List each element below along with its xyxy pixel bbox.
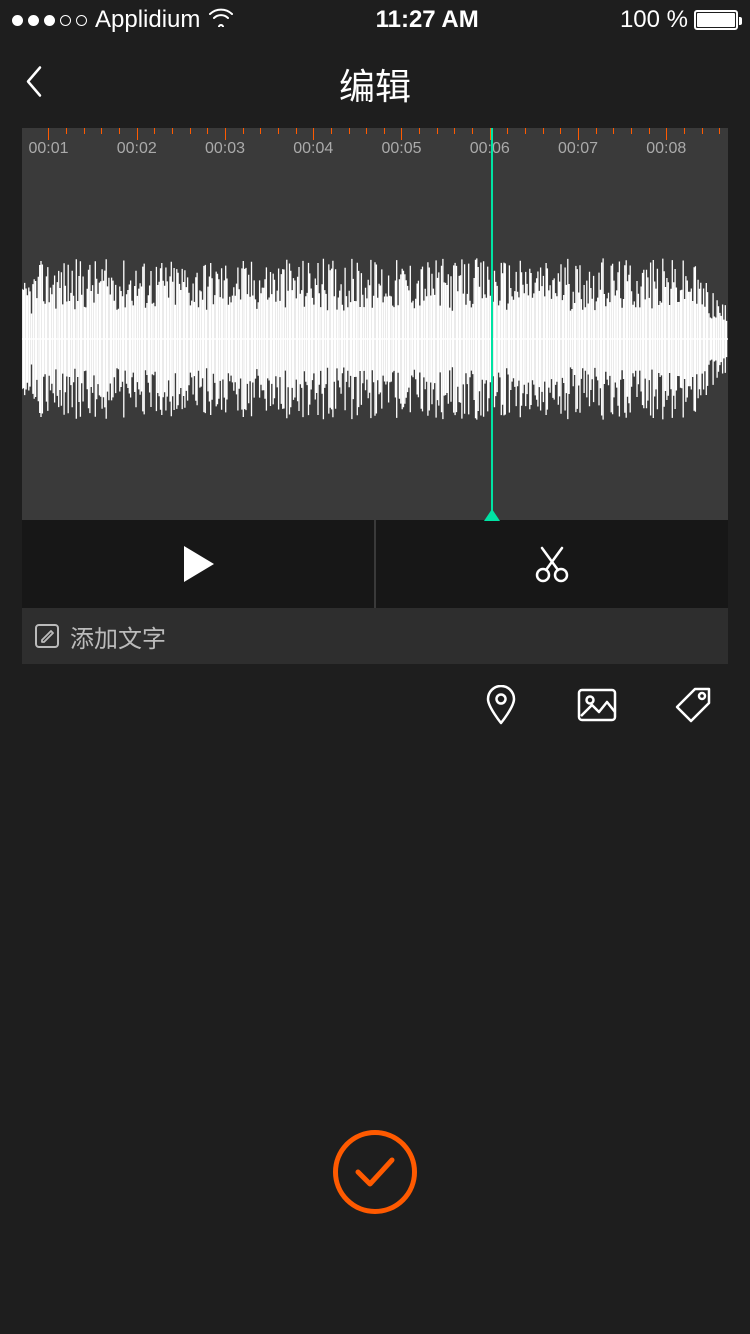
status-right: 100 % (620, 6, 738, 34)
check-icon (352, 1154, 398, 1190)
back-button[interactable] (24, 64, 44, 105)
image-icon (577, 688, 617, 722)
ruler-label: 00:02 (117, 140, 157, 158)
confirm-button[interactable] (333, 1130, 417, 1214)
add-text-input[interactable]: 添加文字 (22, 608, 728, 664)
battery-icon (694, 10, 738, 30)
page-title: 编辑 (339, 58, 411, 110)
ruler-label: 00:08 (646, 140, 686, 158)
ruler-label: 00:06 (470, 140, 510, 158)
pencil-icon (34, 623, 60, 649)
waveform-area[interactable] (22, 158, 728, 520)
tag-button[interactable] (670, 682, 716, 728)
waveform (22, 254, 728, 424)
chevron-left-icon (24, 64, 44, 100)
carrier-label: Applidium (95, 6, 200, 34)
wifi-icon (208, 6, 234, 34)
clock: 11:27 AM (376, 6, 479, 34)
status-left: Applidium (12, 6, 234, 34)
signal-dots (12, 15, 87, 26)
cut-button[interactable] (376, 520, 728, 608)
ruler-label: 00:05 (381, 140, 421, 158)
timeline-ruler[interactable]: 00:01 00:02 00:03 00:04 00:05 00:06 00:07 00:08 (22, 128, 728, 158)
status-bar: Applidium 11:27 AM 100 % (0, 0, 750, 40)
ruler-label: 00:03 (205, 140, 245, 158)
transport-controls (22, 520, 728, 608)
play-icon (180, 544, 216, 584)
add-text-placeholder: 添加文字 (70, 619, 166, 654)
scissors-icon (532, 544, 572, 584)
ruler-label: 00:01 (28, 140, 68, 158)
image-button[interactable] (574, 682, 620, 728)
battery-percent: 100 % (620, 6, 688, 34)
playhead[interactable] (491, 158, 493, 520)
play-button[interactable] (22, 520, 376, 608)
confirm-zone (0, 1130, 750, 1214)
location-button[interactable] (478, 682, 524, 728)
ruler-label: 00:04 (293, 140, 333, 158)
nav-bar: 编辑 (0, 40, 750, 128)
pin-icon (484, 685, 518, 725)
tag-icon (673, 685, 713, 725)
audio-editor: 00:01 00:02 00:03 00:04 00:05 00:06 00:07 00:08… (22, 128, 728, 664)
meta-actions (0, 664, 750, 728)
ruler-label: 00:07 (558, 140, 598, 158)
